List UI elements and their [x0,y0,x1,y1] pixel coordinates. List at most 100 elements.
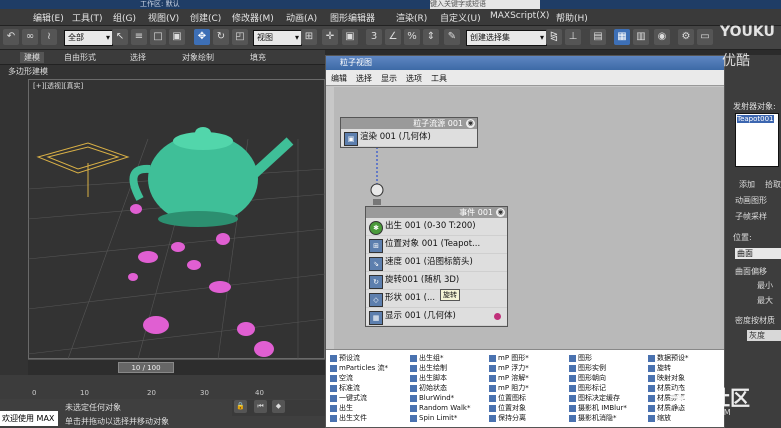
subframe-sampling-checkbox[interactable]: 子帧采样 [735,211,767,222]
menu-create[interactable]: 创建(C) [190,11,221,24]
select-object-icon[interactable]: ↖ [112,29,128,45]
unlink-icon[interactable]: ≀ [41,29,57,45]
menu-rendering[interactable]: 渲染(R) [396,11,427,24]
lock-icon[interactable]: 🔒 [234,400,247,413]
depot-item[interactable]: 出生绘制 [410,363,470,373]
shape-operator[interactable]: ◇ 形状 001 (... [366,290,507,308]
depot-item[interactable]: 空流 [330,373,388,383]
pv-menu-options[interactable]: 选项 [406,73,422,84]
depot-item[interactable]: 位置图标 [489,393,529,403]
layer-manager-icon[interactable]: ▤ [590,29,606,45]
render-setup-icon[interactable]: ⚙ [678,29,694,45]
angle-snap-icon[interactable]: ∠ [385,29,401,45]
menu-view[interactable]: 视图(V) [148,11,179,24]
depot-item[interactable]: mParticles 流* [330,363,388,373]
pv-menu-select[interactable]: 选择 [356,73,372,84]
tab-object-paint[interactable]: 对象绘制 [182,52,214,63]
keyboard-shortcut-icon[interactable]: ▣ [342,29,358,45]
emitter-list-item[interactable]: Teapot001 [737,115,774,123]
pv-menu-edit[interactable]: 编辑 [331,73,347,84]
select-by-name-icon[interactable]: ≡ [131,29,147,45]
menu-customize[interactable]: 自定义(U) [440,11,481,24]
mirror-icon[interactable]: ⧎ [546,29,562,45]
render-operator[interactable]: ▣ 渲染 001 (几何体) [341,129,477,147]
speed-operator[interactable]: ⇘ 速度 001 (沿图标箭头) [366,254,507,272]
depot-item[interactable]: 摄影机消隐* [569,413,627,423]
menu-help[interactable]: 帮助(H) [556,11,588,24]
depot-item[interactable]: 图形实例 [569,363,627,373]
window-crossing-icon[interactable]: ▣ [169,29,185,45]
density-by-material-checkbox[interactable]: 密度按材质 [735,315,775,326]
birth-operator[interactable]: ✱ 出生 001 (0-30 T:200) [366,218,507,236]
depot-item[interactable]: 图形 [569,353,627,363]
event-node[interactable]: 事件 001 ◉ ✱ 出生 001 (0-30 T:200) ⊞ 位置对象 001 (… [365,206,508,327]
search-input[interactable]: 键入关键字或短语 [430,0,540,9]
display-operator[interactable]: ▦ 显示 001 (几何体) [366,308,507,326]
menu-maxscript[interactable]: MAXScript(X) [490,11,549,21]
depot-item[interactable]: 图形标记 [569,383,627,393]
curve-editor-icon[interactable]: ▦ [614,29,630,45]
pick-button[interactable]: 拾取 [765,179,781,190]
pv-menu-tools[interactable]: 工具 [431,73,447,84]
render-frame-icon[interactable]: ▭ [697,29,713,45]
depot-item[interactable]: mP 阻力* [489,383,529,393]
spinner-snap-icon[interactable]: ⇕ [423,29,439,45]
depot-item[interactable]: 出生文件 [330,413,388,423]
tab-modeling[interactable]: 建模 [20,52,44,63]
menu-group[interactable]: 组(G) [113,11,136,24]
pv-menu-display[interactable]: 显示 [381,73,397,84]
depot-item[interactable]: BlurWind* [410,393,470,403]
rect-selection-icon[interactable]: □ [150,29,166,45]
prev-frame-icon[interactable]: ⏮ [254,400,267,413]
menu-tools[interactable]: 工具(T) [72,11,103,24]
depot-item[interactable]: 缩放 [648,413,689,423]
menu-animation[interactable]: 动画(A) [286,11,317,24]
time-slider-track[interactable]: 10 / 100 [28,359,325,375]
polygon-modeling-label[interactable]: 多边形建模 [8,66,48,77]
schematic-view-icon[interactable]: ▥ [633,29,649,45]
time-slider-thumb[interactable]: 10 / 100 [118,362,174,373]
position-dropdown[interactable]: 曲面 [735,248,781,259]
pivot-icon[interactable]: ⊞ [301,29,317,45]
select-rotate-icon[interactable]: ↻ [213,29,229,45]
select-manipulate-icon[interactable]: ✛ [322,29,338,45]
depot-item[interactable]: 标准流 [330,383,388,393]
depot-item[interactable]: mP 图形* [489,353,529,363]
depot-item[interactable]: 保持分离 [489,413,529,423]
grayscale-dropdown[interactable]: 灰度 [747,330,781,341]
align-icon[interactable]: ⊥ [565,29,581,45]
select-scale-icon[interactable]: ◰ [232,29,248,45]
depot-item[interactable]: 图标决定缓存 [569,393,627,403]
depot-item[interactable]: Spin Limit* [410,413,470,423]
material-editor-icon[interactable]: ◉ [654,29,670,45]
depot-item[interactable]: 摄影机 IMBlur* [569,403,627,413]
position-object-operator[interactable]: ⊞ 位置对象 001 (Teapot... [366,236,507,254]
link-icon[interactable]: ∞ [22,29,38,45]
depot-item[interactable]: 出生组* [410,353,470,363]
maxscript-listener[interactable]: 欢迎使用 MAX [0,411,58,426]
menu-graph-editors[interactable]: 图形编辑器 [330,11,375,24]
selection-filter-dropdown[interactable]: 全部 [64,30,113,46]
emitter-object-list[interactable]: Teapot001 [735,113,779,167]
particle-flow-source-node[interactable]: 粒子流源 001 ◉ ▣ 渲染 001 (几何体) [340,117,478,148]
tab-populate[interactable]: 填充 [250,52,266,63]
depot-item[interactable]: 一键式流 [330,393,388,403]
depot-item[interactable]: 旋转 [648,363,689,373]
menu-modifiers[interactable]: 修改器(M) [232,11,274,24]
snap-toggle-icon[interactable]: 3 [366,29,382,45]
tab-selection[interactable]: 选择 [130,52,146,63]
edit-named-sets-icon[interactable]: ✎ [444,29,460,45]
depot-item[interactable]: 初始状态 [410,383,470,393]
named-selection-dropdown[interactable]: 创建选择集 [466,30,547,46]
depot-item[interactable]: mP 浮力* [489,363,529,373]
undo-icon[interactable]: ↶ [3,29,19,45]
ref-coord-dropdown[interactable]: 视图 [253,30,302,46]
key-mode-icon[interactable]: ◆ [272,400,285,413]
percent-snap-icon[interactable]: % [404,29,420,45]
surface-offset-checkbox[interactable]: 曲面偏移 [735,266,767,277]
depot-item[interactable]: 图形朝向 [569,373,627,383]
tab-freeform[interactable]: 自由形式 [64,52,96,63]
depot-item[interactable]: 预设流 [330,353,388,363]
timeline[interactable]: 0 10 20 30 40 [0,375,325,399]
depot-item[interactable]: 出生 [330,403,388,413]
